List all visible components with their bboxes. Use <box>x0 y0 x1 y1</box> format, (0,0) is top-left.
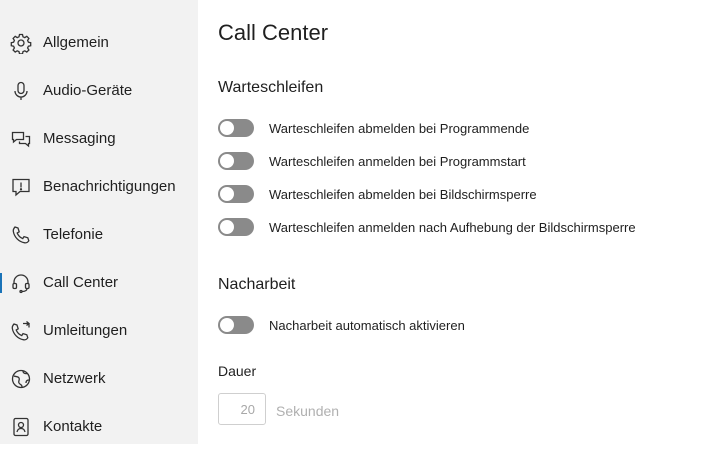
sidebar-item-label: Messaging <box>43 130 116 147</box>
sidebar-item-audio-geraete[interactable]: Audio-Geräte <box>0 69 198 113</box>
globe-icon <box>10 368 32 390</box>
toggle-switch[interactable] <box>218 185 254 203</box>
sidebar-item-label: Netzwerk <box>43 370 106 387</box>
settings-content: Call Center Warteschleifen Warteschleife… <box>198 0 724 444</box>
toggle-row: Warteschleifen abmelden bei Programmende <box>218 118 529 138</box>
phone-icon <box>10 224 32 246</box>
toggle-knob <box>220 154 234 168</box>
gear-icon <box>10 32 32 54</box>
section-title-nacharbeit: Nacharbeit <box>218 276 296 293</box>
sidebar-item-label: Call Center <box>43 274 119 291</box>
headset-icon <box>10 272 32 294</box>
page-title: Call Center <box>218 20 329 45</box>
toggle-row: Warteschleifen anmelden nach Aufhebung d… <box>218 217 636 237</box>
sidebar-item-label: Audio-Geräte <box>43 82 133 99</box>
sidebar-item-label: Telefonie <box>43 226 104 243</box>
sidebar-item-label: Umleitungen <box>43 322 128 339</box>
toggle-switch[interactable] <box>218 218 254 236</box>
duration-label: Dauer <box>218 363 257 379</box>
toggle-knob <box>220 121 234 135</box>
settings-sidebar: Allgemein Audio-Geräte Messaging Benachr… <box>0 0 198 444</box>
toggle-label: Nacharbeit automatisch aktivieren <box>269 317 465 333</box>
sidebar-item-allgemein[interactable]: Allgemein <box>0 21 198 65</box>
sidebar-item-telefonie[interactable]: Telefonie <box>0 213 198 257</box>
call-forward-icon <box>10 320 32 342</box>
sidebar-item-benachrichtigungen[interactable]: Benachrichtigungen <box>0 165 198 209</box>
sidebar-item-label: Kontakte <box>43 418 103 435</box>
sidebar-item-label: Allgemein <box>43 34 109 51</box>
sidebar-item-messaging[interactable]: Messaging <box>0 117 198 161</box>
toggle-row: Warteschleifen abmelden bei Bildschirmsp… <box>218 184 537 204</box>
sidebar-item-netzwerk[interactable]: Netzwerk <box>0 357 198 401</box>
duration-unit-label: Sekunden <box>276 403 340 419</box>
toggle-switch[interactable] <box>218 119 254 137</box>
toggle-switch[interactable] <box>218 316 254 334</box>
toggle-knob <box>220 318 234 332</box>
notification-icon <box>10 176 32 198</box>
duration-input[interactable] <box>218 393 266 425</box>
contacts-icon <box>10 416 32 438</box>
toggle-label: Warteschleifen abmelden bei Programmende <box>269 120 530 136</box>
toggle-label: Warteschleifen abmelden bei Bildschirmsp… <box>269 186 537 202</box>
section-title-warteschleifen: Warteschleifen <box>218 79 324 96</box>
toggle-switch[interactable] <box>218 152 254 170</box>
toggle-knob <box>220 187 234 201</box>
microphone-icon <box>10 80 32 102</box>
active-indicator <box>0 273 2 293</box>
toggle-label: Warteschleifen anmelden bei Programmstar… <box>269 153 526 169</box>
toggle-row: Nacharbeit automatisch aktivieren <box>218 315 465 335</box>
sidebar-item-umleitungen[interactable]: Umleitungen <box>0 309 198 353</box>
sidebar-item-call-center[interactable]: Call Center <box>0 261 198 305</box>
toggle-knob <box>220 220 234 234</box>
sidebar-item-label: Benachrichtigungen <box>43 178 176 195</box>
toggle-label: Warteschleifen anmelden nach Aufhebung d… <box>269 219 636 235</box>
sidebar-item-kontakte[interactable]: Kontakte <box>0 405 198 449</box>
chat-bubbles-icon <box>10 128 32 150</box>
toggle-row: Warteschleifen anmelden bei Programmstar… <box>218 151 526 171</box>
